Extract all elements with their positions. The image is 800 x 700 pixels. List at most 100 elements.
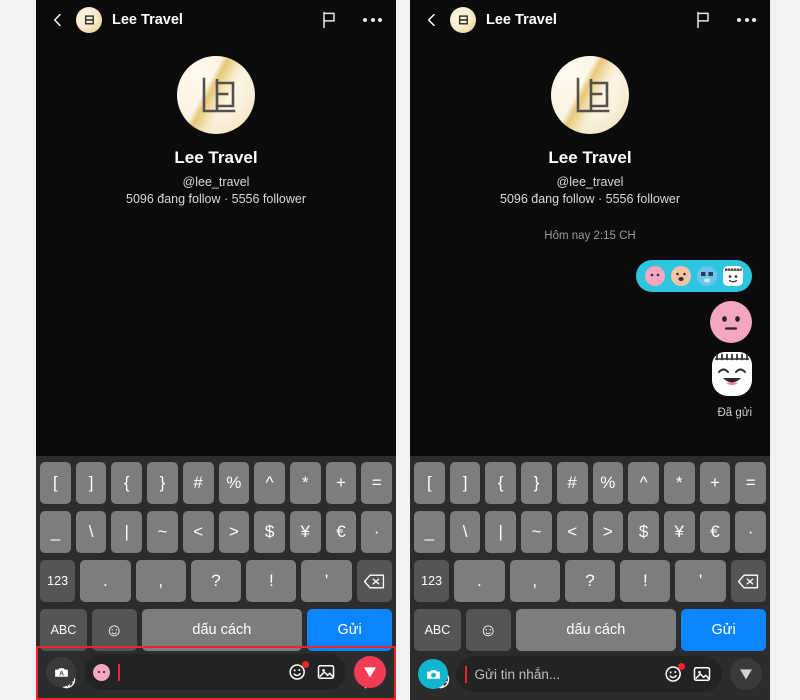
camera-button[interactable] <box>418 659 448 689</box>
key-dollar[interactable]: $ <box>628 511 659 553</box>
text-cursor <box>118 663 120 681</box>
key-apostrophe[interactable]: ' <box>301 560 352 602</box>
key-hash[interactable]: # <box>182 462 214 504</box>
key-percent[interactable]: % <box>218 462 250 504</box>
key-exclamation[interactable]: ! <box>246 560 297 602</box>
header-avatar[interactable]: ⊟ <box>76 7 102 33</box>
message-input-bar-right: Gửi tin nhắn... <box>418 656 762 692</box>
key-plus[interactable]: + <box>699 462 731 504</box>
key-dollar[interactable]: $ <box>254 511 285 553</box>
key-question[interactable]: ? <box>564 560 616 602</box>
key-backslash[interactable]: \ <box>75 511 107 553</box>
key-comma[interactable]: , <box>135 560 186 602</box>
key-backspace[interactable] <box>730 560 766 602</box>
peach-crying-face-sticker <box>671 266 691 286</box>
sticker-badge <box>302 661 309 668</box>
key-middot[interactable]: · <box>361 511 393 553</box>
image-icon[interactable] <box>692 664 712 684</box>
key-percent[interactable]: % <box>592 462 624 504</box>
profile-stats: 5096 đang follow · 5556 follower <box>126 192 306 206</box>
white-smiling-face-sticker[interactable] <box>712 352 752 396</box>
key-less-than[interactable]: < <box>182 511 214 553</box>
key-hash[interactable]: # <box>556 462 588 504</box>
camera-auto-button[interactable]: A <box>46 657 76 687</box>
phone-panel-left: ⊟ Lee Travel Lee Travel @lee_travel 5096… <box>36 0 396 700</box>
key-plus[interactable]: + <box>325 462 357 504</box>
key-numeric-switch[interactable]: 123 <box>40 560 76 602</box>
key-yen[interactable]: ¥ <box>663 511 695 553</box>
sticker-bubble-message[interactable] <box>636 260 752 292</box>
key-greater-than[interactable]: > <box>592 511 624 553</box>
key-caret[interactable]: ^ <box>628 462 659 504</box>
key-euro[interactable]: € <box>325 511 357 553</box>
profile-avatar[interactable] <box>177 56 255 134</box>
key-exclamation[interactable]: ! <box>620 560 671 602</box>
more-options-icon[interactable] <box>737 18 756 22</box>
key-bracket-close[interactable]: ] <box>449 462 481 504</box>
white-face-sticker <box>723 266 743 286</box>
message-list: Đã gửi <box>410 242 770 419</box>
key-middot[interactable]: · <box>735 511 767 553</box>
key-emoji[interactable]: ☺ <box>465 609 511 651</box>
key-backspace[interactable] <box>356 560 392 602</box>
key-comma[interactable]: , <box>509 560 560 602</box>
message-input-field-left[interactable] <box>84 654 346 690</box>
profile-name: Lee Travel <box>548 148 632 167</box>
chevron-left-icon[interactable] <box>424 12 440 28</box>
key-pipe[interactable]: | <box>111 511 143 553</box>
key-pipe[interactable]: | <box>485 511 517 553</box>
pink-round-face-sticker[interactable] <box>710 301 752 343</box>
key-asterisk[interactable]: * <box>289 462 321 504</box>
image-icon[interactable] <box>316 662 336 682</box>
send-button-right[interactable] <box>730 658 762 690</box>
key-greater-than[interactable]: > <box>218 511 250 553</box>
key-backslash[interactable]: \ <box>449 511 481 553</box>
sticker-icon[interactable] <box>288 661 309 682</box>
key-tilde[interactable]: ~ <box>521 511 552 553</box>
key-underscore[interactable]: _ <box>40 511 71 553</box>
more-options-icon[interactable] <box>363 18 382 22</box>
conversation-body-right: Lee Travel @lee_travel 5096 đang follow … <box>410 40 770 456</box>
profile-avatar[interactable] <box>551 56 629 134</box>
flag-icon[interactable] <box>693 10 713 30</box>
key-yen[interactable]: ¥ <box>289 511 321 553</box>
key-underscore[interactable]: _ <box>414 511 445 553</box>
key-equals[interactable]: = <box>735 462 767 504</box>
key-euro[interactable]: € <box>699 511 731 553</box>
key-tilde[interactable]: ~ <box>147 511 178 553</box>
message-input-field-right[interactable]: Gửi tin nhắn... <box>456 656 722 692</box>
send-button-left[interactable] <box>354 656 386 688</box>
pink-face-sticker-icon <box>93 663 110 681</box>
key-brace-open[interactable]: { <box>111 462 143 504</box>
key-brace-open[interactable]: { <box>485 462 517 504</box>
flag-icon[interactable] <box>319 10 339 30</box>
key-less-than[interactable]: < <box>556 511 588 553</box>
key-space[interactable]: dấu cách <box>515 609 677 651</box>
key-asterisk[interactable]: * <box>663 462 695 504</box>
screenshot-stage: ⊟ Lee Travel Lee Travel @lee_travel 5096… <box>0 0 800 700</box>
key-send[interactable]: Gửi <box>681 609 767 651</box>
key-send[interactable]: Gửi <box>307 609 393 651</box>
profile-card: Lee Travel @lee_travel 5096 đang follow … <box>36 40 396 206</box>
key-question[interactable]: ? <box>190 560 242 602</box>
key-equals[interactable]: = <box>361 462 393 504</box>
backspace-icon <box>364 574 385 588</box>
key-caret[interactable]: ^ <box>254 462 285 504</box>
key-period[interactable]: . <box>454 560 505 602</box>
profile-handle: @lee_travel <box>182 175 250 189</box>
key-bracket-open[interactable]: [ <box>414 462 445 504</box>
key-space[interactable]: dấu cách <box>141 609 303 651</box>
key-bracket-open[interactable]: [ <box>40 462 71 504</box>
key-numeric-switch[interactable]: 123 <box>414 560 450 602</box>
key-bracket-close[interactable]: ] <box>75 462 107 504</box>
header-avatar[interactable]: ⊟ <box>450 7 476 33</box>
key-abc-switch[interactable]: ABC <box>414 609 461 651</box>
key-brace-close[interactable]: } <box>147 462 178 504</box>
key-abc-switch[interactable]: ABC <box>40 609 87 651</box>
chevron-left-icon[interactable] <box>50 12 66 28</box>
sticker-icon[interactable] <box>664 663 685 684</box>
key-apostrophe[interactable]: ' <box>675 560 726 602</box>
key-brace-close[interactable]: } <box>521 462 552 504</box>
key-emoji[interactable]: ☺ <box>91 609 137 651</box>
key-period[interactable]: . <box>80 560 131 602</box>
